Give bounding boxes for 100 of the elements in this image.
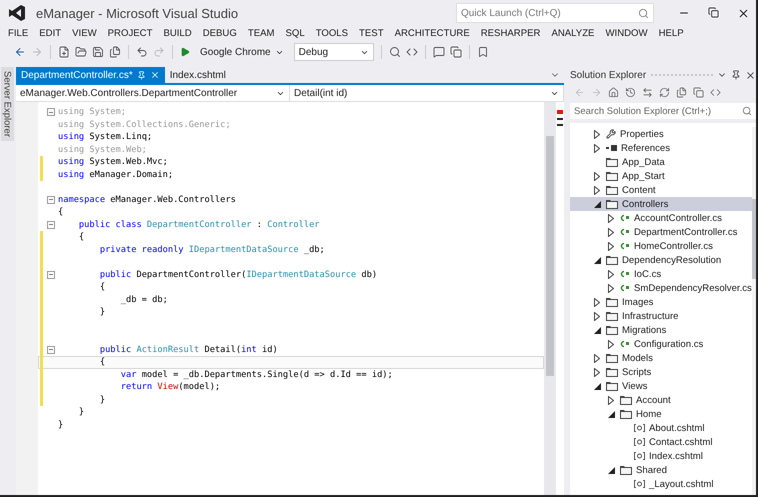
tree-item[interactable]: IoC.cs	[570, 267, 752, 281]
home-icon[interactable]	[608, 86, 619, 98]
collapse-icon[interactable]	[47, 220, 55, 229]
menu-item[interactable]: SQL	[285, 28, 305, 39]
tree-item[interactable]: Shared	[570, 463, 752, 477]
menu-item[interactable]: FILE	[8, 28, 28, 39]
scrollbar[interactable]	[752, 127, 756, 495]
server-explorer-tab[interactable]: Server Explorer	[0, 67, 14, 141]
expanded-arrow-icon[interactable]	[594, 326, 600, 334]
tree-item[interactable]: Index.cshtml	[570, 449, 752, 463]
collapsed-arrow-icon[interactable]	[608, 340, 614, 348]
quick-launch-field[interactable]: Quick Launch (Ctrl+Q)	[456, 3, 654, 23]
tree-item[interactable]: Models	[570, 351, 752, 365]
tree-item[interactable]: Infrastructure	[570, 309, 752, 323]
tree-item[interactable]: Configuration.cs	[570, 337, 752, 351]
undo-icon[interactable]	[136, 46, 148, 58]
tree-item[interactable]: Home	[570, 407, 752, 421]
menu-item[interactable]: BUILD	[163, 28, 192, 39]
tree-item[interactable]: AccountController.cs	[570, 211, 752, 225]
tree-item[interactable]: DepartmentController.cs	[570, 225, 752, 239]
menu-item[interactable]: HELP	[658, 28, 684, 39]
collapsed-arrow-icon[interactable]	[608, 214, 614, 222]
pin-icon[interactable]	[731, 70, 741, 80]
collapsed-arrow-icon[interactable]	[608, 242, 614, 250]
start-browser-dropdown[interactable]: Google Chrome	[195, 43, 289, 61]
code-icon[interactable]	[406, 46, 418, 58]
search-icon[interactable]	[638, 8, 649, 18]
type-dropdown[interactable]: eManager.Web.Controllers.DepartmentController	[16, 85, 290, 101]
tree-item[interactable]: DependencyResolution	[570, 253, 752, 267]
save-all-icon[interactable]	[109, 46, 121, 58]
tree-item[interactable]: _Layout.cshtml	[570, 477, 752, 491]
tree-item[interactable]: Account	[570, 393, 752, 407]
tree-item[interactable]: Content	[570, 183, 752, 197]
copy-icon[interactable]	[450, 46, 462, 58]
tree-item[interactable]: SmDependencyResolver.cs	[570, 281, 752, 295]
expanded-arrow-icon[interactable]	[594, 200, 600, 208]
refresh-icon[interactable]	[659, 86, 670, 98]
close-icon[interactable]	[737, 6, 750, 20]
collapsed-arrow-icon[interactable]	[594, 368, 600, 376]
menu-item[interactable]: RESHARPER	[480, 28, 540, 39]
collapsed-arrow-icon[interactable]	[594, 172, 600, 180]
expanded-arrow-icon[interactable]	[594, 382, 600, 390]
collapse-icon[interactable]	[47, 196, 55, 204]
member-dropdown[interactable]: Detail(int id)	[290, 85, 564, 101]
menu-item[interactable]: TEAM	[248, 28, 274, 39]
tree-item[interactable]: App_Data	[570, 155, 752, 169]
tree-item[interactable]: About.cshtml	[570, 421, 752, 435]
tree-item[interactable]: Scripts	[570, 365, 752, 379]
configuration-dropdown[interactable]: Debug	[294, 43, 374, 61]
collapsed-arrow-icon[interactable]	[608, 396, 614, 404]
menu-item[interactable]: EDIT	[39, 28, 62, 39]
sync-icon[interactable]	[642, 86, 653, 98]
expanded-arrow-icon[interactable]	[608, 466, 614, 474]
collapsed-arrow-icon[interactable]	[608, 284, 614, 292]
tree-item[interactable]: References	[570, 141, 752, 155]
comment-icon[interactable]	[432, 46, 445, 58]
search-icon[interactable]	[742, 106, 752, 116]
menu-item[interactable]: TEST	[359, 28, 384, 39]
scrollbar[interactable]	[544, 102, 556, 495]
menu-item[interactable]: ANALYZE	[551, 28, 594, 39]
find-icon[interactable]	[388, 46, 401, 58]
history-icon[interactable]	[625, 86, 636, 98]
restore-icon[interactable]	[708, 6, 719, 18]
save-icon[interactable]	[92, 46, 104, 58]
back-icon[interactable]	[14, 46, 26, 58]
menu-item[interactable]: VIEW	[72, 28, 97, 39]
collapse-icon[interactable]	[47, 346, 55, 354]
menu-item[interactable]: ARCHITECTURE	[394, 28, 470, 39]
collapsed-arrow-icon[interactable]	[594, 298, 600, 306]
expanded-arrow-icon[interactable]	[594, 256, 600, 264]
collapsed-arrow-icon[interactable]	[608, 228, 614, 236]
play-icon[interactable]	[180, 47, 190, 57]
menu-item[interactable]: DEBUG	[202, 28, 237, 39]
tree-item[interactable]: App_Start	[570, 169, 752, 183]
editor-tab[interactable]: Index.cshtml	[164, 67, 231, 83]
tree-item[interactable]: Images	[570, 295, 752, 309]
collapsed-arrow-icon[interactable]	[594, 186, 600, 194]
menu-item[interactable]: PROJECT	[108, 28, 152, 39]
tree-item[interactable]: Properties	[570, 127, 752, 141]
tree-item[interactable]: Views	[570, 379, 752, 393]
expanded-arrow-icon[interactable]	[608, 410, 614, 418]
collapsed-arrow-icon[interactable]	[608, 270, 614, 278]
tree-item[interactable]: Migrations	[570, 323, 752, 337]
tree-item[interactable]: Contact.cshtml	[570, 435, 752, 449]
collapsed-arrow-icon[interactable]	[594, 354, 600, 362]
collapse-icon[interactable]	[47, 108, 55, 116]
collapsed-arrow-icon[interactable]	[594, 312, 600, 320]
tree-item[interactable]: HomeController.cs	[570, 239, 752, 253]
collapsed-arrow-icon[interactable]	[594, 144, 600, 152]
tree-item[interactable]: Controllers	[570, 197, 752, 211]
close-icon[interactable]	[745, 70, 756, 80]
collapse-icon[interactable]	[47, 270, 55, 279]
bookmark-icon[interactable]	[476, 46, 489, 58]
open-folder-icon[interactable]	[75, 46, 87, 58]
menu-item[interactable]: WINDOW	[605, 28, 648, 39]
menu-item[interactable]: TOOLS	[316, 28, 348, 39]
code-icon[interactable]	[710, 86, 721, 98]
new-file-icon[interactable]	[58, 46, 70, 58]
collapsed-arrow-icon[interactable]	[594, 130, 600, 138]
search-field[interactable]: Search Solution Explorer (Ctrl+;)	[570, 103, 756, 119]
